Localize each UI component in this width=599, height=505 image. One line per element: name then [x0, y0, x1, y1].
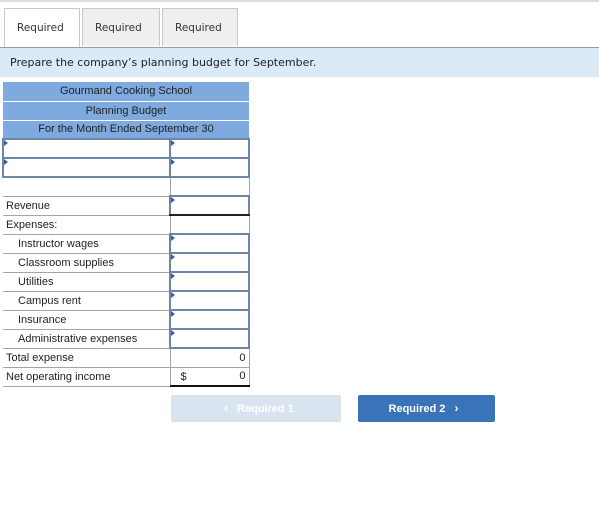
administrative-expenses-input[interactable]	[169, 328, 250, 349]
campus-rent-label: Campus rent	[3, 291, 170, 311]
expenses-blank	[169, 215, 250, 235]
table-row: Campus rent	[3, 290, 250, 311]
table-row: Insurance	[3, 309, 250, 330]
statement-title: Planning Budget	[3, 101, 249, 121]
top-divider	[0, 0, 599, 2]
label-input-1[interactable]	[2, 138, 171, 159]
label-input-2[interactable]	[2, 157, 171, 178]
chevron-left-icon: ‹	[224, 401, 229, 415]
net-operating-income-label: Net operating income	[3, 367, 170, 387]
statement-period: For the Month Ended September 30	[3, 120, 249, 140]
prev-required-button[interactable]: ‹ Required 1	[171, 395, 341, 422]
currency-symbol: $	[180, 370, 187, 383]
utilities-label: Utilities	[3, 272, 170, 292]
instructor-wages-input[interactable]	[169, 233, 250, 254]
campus-rent-input[interactable]	[169, 290, 250, 311]
blank-value	[169, 177, 250, 197]
table-row	[3, 177, 250, 197]
next-button-label: Required 2	[388, 403, 446, 415]
value-input-1[interactable]	[169, 138, 250, 159]
table-row	[2, 157, 250, 178]
tab-required-1[interactable]: Required 1	[4, 8, 80, 72]
table-row-revenue: Revenue	[3, 195, 250, 216]
utilities-input[interactable]	[169, 271, 250, 292]
table-row-net-operating-income: Net operating income $ 0	[3, 367, 250, 387]
administrative-expenses-label: Administrative expenses	[3, 329, 170, 349]
company-name: Gourmand Cooking School	[3, 82, 249, 102]
instruction-text: Prepare the company’s planning budget fo…	[0, 47, 599, 77]
blank-label	[3, 177, 170, 197]
planning-budget-table: Gourmand Cooking School Planning Budget …	[2, 82, 250, 387]
chevron-right-icon: ›	[454, 401, 459, 415]
value-input-2[interactable]	[169, 157, 250, 178]
table-row-total-expense: Total expense 0	[3, 348, 250, 368]
table-row-expenses: Expenses:	[3, 215, 250, 235]
table-row	[2, 138, 250, 159]
revenue-input[interactable]	[169, 195, 250, 216]
classroom-supplies-input[interactable]	[169, 252, 250, 273]
table-row: Classroom supplies	[3, 252, 250, 273]
table-row: Instructor wages	[3, 233, 250, 254]
expenses-label: Expenses:	[3, 215, 170, 235]
net-operating-income-cell: $ 0	[169, 367, 250, 387]
tab-required-2[interactable]: Required 2	[82, 8, 160, 72]
classroom-supplies-label: Classroom supplies	[3, 253, 170, 273]
next-required-button[interactable]: Required 2 ›	[358, 395, 495, 422]
revenue-label: Revenue	[3, 196, 170, 216]
prev-button-label: Required 1	[237, 403, 294, 415]
table-row: Administrative expenses	[3, 328, 250, 349]
instructor-wages-label: Instructor wages	[3, 234, 170, 254]
total-expense-value: 0	[169, 348, 250, 368]
requirement-tabs: Required 1 Required 2 Required 3	[4, 8, 240, 72]
insurance-label: Insurance	[3, 310, 170, 330]
table-row: Utilities	[3, 271, 250, 292]
total-expense-label: Total expense	[3, 348, 170, 368]
insurance-input[interactable]	[169, 309, 250, 330]
net-operating-income-value: 0	[239, 370, 246, 383]
tab-required-3[interactable]: Required 3	[162, 8, 238, 72]
